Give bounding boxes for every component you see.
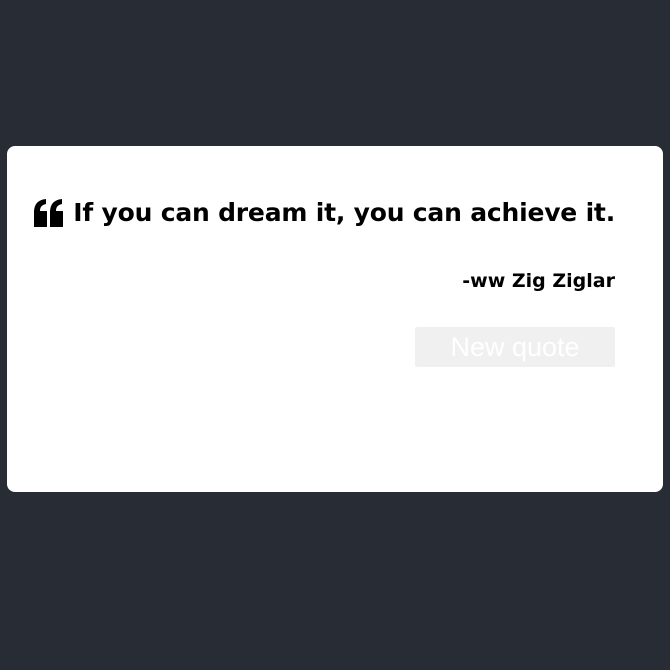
quote-text: If you can dream it, you can achieve it. [73, 198, 615, 227]
page-background: If you can dream it, you can achieve it.… [0, 0, 670, 670]
new-quote-button[interactable]: New quote [415, 327, 615, 367]
quote-left-icon [34, 198, 64, 227]
quote-author: -ww Zig Ziglar [462, 270, 615, 292]
quote-card: If you can dream it, you can achieve it.… [7, 146, 663, 492]
quote-line: If you can dream it, you can achieve it. [34, 198, 615, 227]
